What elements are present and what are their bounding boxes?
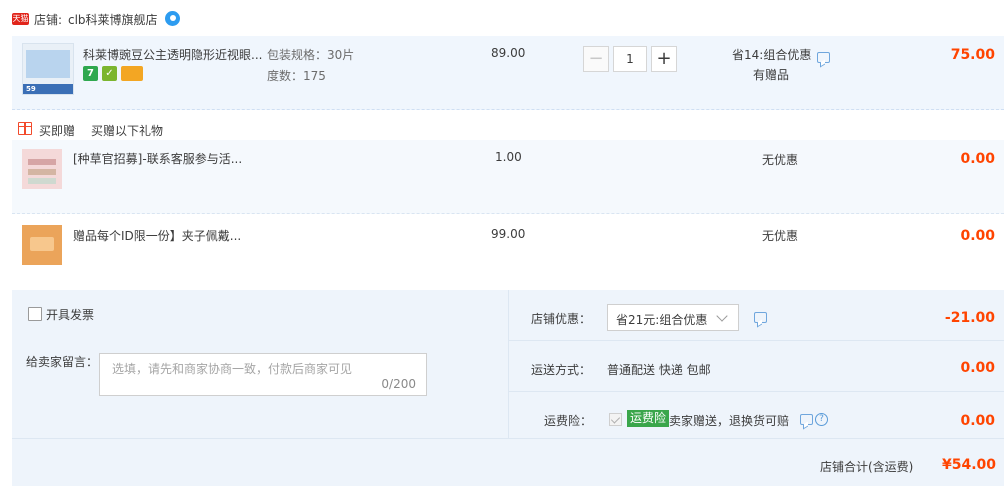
item-subtotal: 75.00	[950, 47, 995, 63]
quantity-increase-button[interactable]: +	[651, 46, 677, 72]
shipping-method: 普通配送 快递 包邮	[607, 363, 711, 377]
invoice-checkbox[interactable]	[28, 307, 42, 321]
insurance-amount: 0.00	[960, 413, 995, 429]
discount-text: 省14:组合优惠	[732, 48, 812, 62]
gift-discount: 无优惠	[762, 153, 799, 167]
quantity-decrease-button[interactable]: −	[583, 46, 609, 72]
thumbnail-price-text: 59	[26, 85, 36, 93]
invoice-label: 开具发票	[46, 308, 95, 322]
gift-price: 1.00	[495, 150, 522, 164]
unit-price: 89.00	[491, 46, 526, 60]
store-discount-value: 省21元:组合优惠	[616, 313, 708, 327]
product-thumbnail[interactable]: 59	[22, 43, 74, 95]
chevron-down-icon	[716, 310, 728, 322]
divider	[508, 340, 1004, 341]
sku-degree: 度数：175	[267, 69, 326, 83]
store-discount-select[interactable]: 省21元:组合优惠	[607, 304, 739, 331]
gift-title-link[interactable]: [种草官招募]-联系客服参与活...	[73, 150, 242, 167]
help-icon[interactable]: ?	[815, 413, 828, 426]
message-placeholder: 选填，请先和商家协商一致，付款后商家可见	[112, 362, 353, 376]
insurance-message-icon[interactable]	[800, 414, 813, 425]
shipping-label: 运送方式：	[531, 363, 592, 377]
insurance-text: 卖家赠送，退换货可赔	[669, 414, 790, 428]
gift-price: 99.00	[491, 227, 526, 241]
store-total-value: ¥54.00	[942, 457, 997, 473]
tmall-badge: 天猫	[12, 13, 29, 25]
credit-card-icon	[121, 66, 143, 81]
insurance-label: 运费险：	[544, 414, 593, 428]
store-name-link[interactable]: clb科莱博旗舰店	[68, 11, 158, 28]
product-title-link[interactable]: 科莱博豌豆公主透明隐形近视眼...	[83, 46, 262, 63]
gift-icon	[18, 122, 32, 135]
shipping-amount: 0.00	[960, 360, 995, 376]
discount-message-icon[interactable]	[817, 52, 830, 63]
has-gift-text: 有赠品	[753, 68, 790, 82]
sku-spec: 包装规格：30片	[267, 48, 355, 62]
wangwang-chat-icon[interactable]	[165, 11, 180, 26]
divider	[508, 391, 1004, 392]
gift-section-title: 买即赠	[39, 124, 76, 138]
gift-thumbnail[interactable]	[22, 225, 62, 265]
discount-message-icon[interactable]	[754, 312, 767, 323]
gift-title-link[interactable]: 赠品每个ID限一份】夹子佩戴...	[73, 227, 241, 244]
gift-subtotal: 0.00	[960, 151, 995, 167]
gift-thumbnail[interactable]	[22, 149, 62, 189]
message-label: 给卖家留言：	[26, 355, 99, 369]
gift-discount: 无优惠	[762, 229, 799, 243]
gift-subtotal: 0.00	[960, 228, 995, 244]
store-discount-amount: -21.00	[944, 310, 995, 326]
seven-day-return-icon: 7	[83, 66, 98, 81]
quantity-input[interactable]: 1	[613, 46, 647, 72]
message-counter: 0/200	[381, 377, 416, 391]
store-discount-label: 店铺优惠：	[531, 312, 592, 326]
store-label: 店铺:	[34, 13, 63, 27]
insurance-badge: 运费险	[627, 410, 670, 427]
store-total-label: 店铺合计(含运费)	[820, 460, 914, 474]
seller-message-textarea[interactable]: 选填，请先和商家协商一致，付款后商家可见 0/200	[99, 353, 427, 396]
divider	[12, 438, 1004, 439]
insurance-checkbox[interactable]	[609, 413, 622, 426]
gift-section-subtitle: 买赠以下礼物	[91, 124, 164, 138]
guarantee-icon: ✓	[102, 66, 117, 81]
divider	[508, 290, 509, 438]
